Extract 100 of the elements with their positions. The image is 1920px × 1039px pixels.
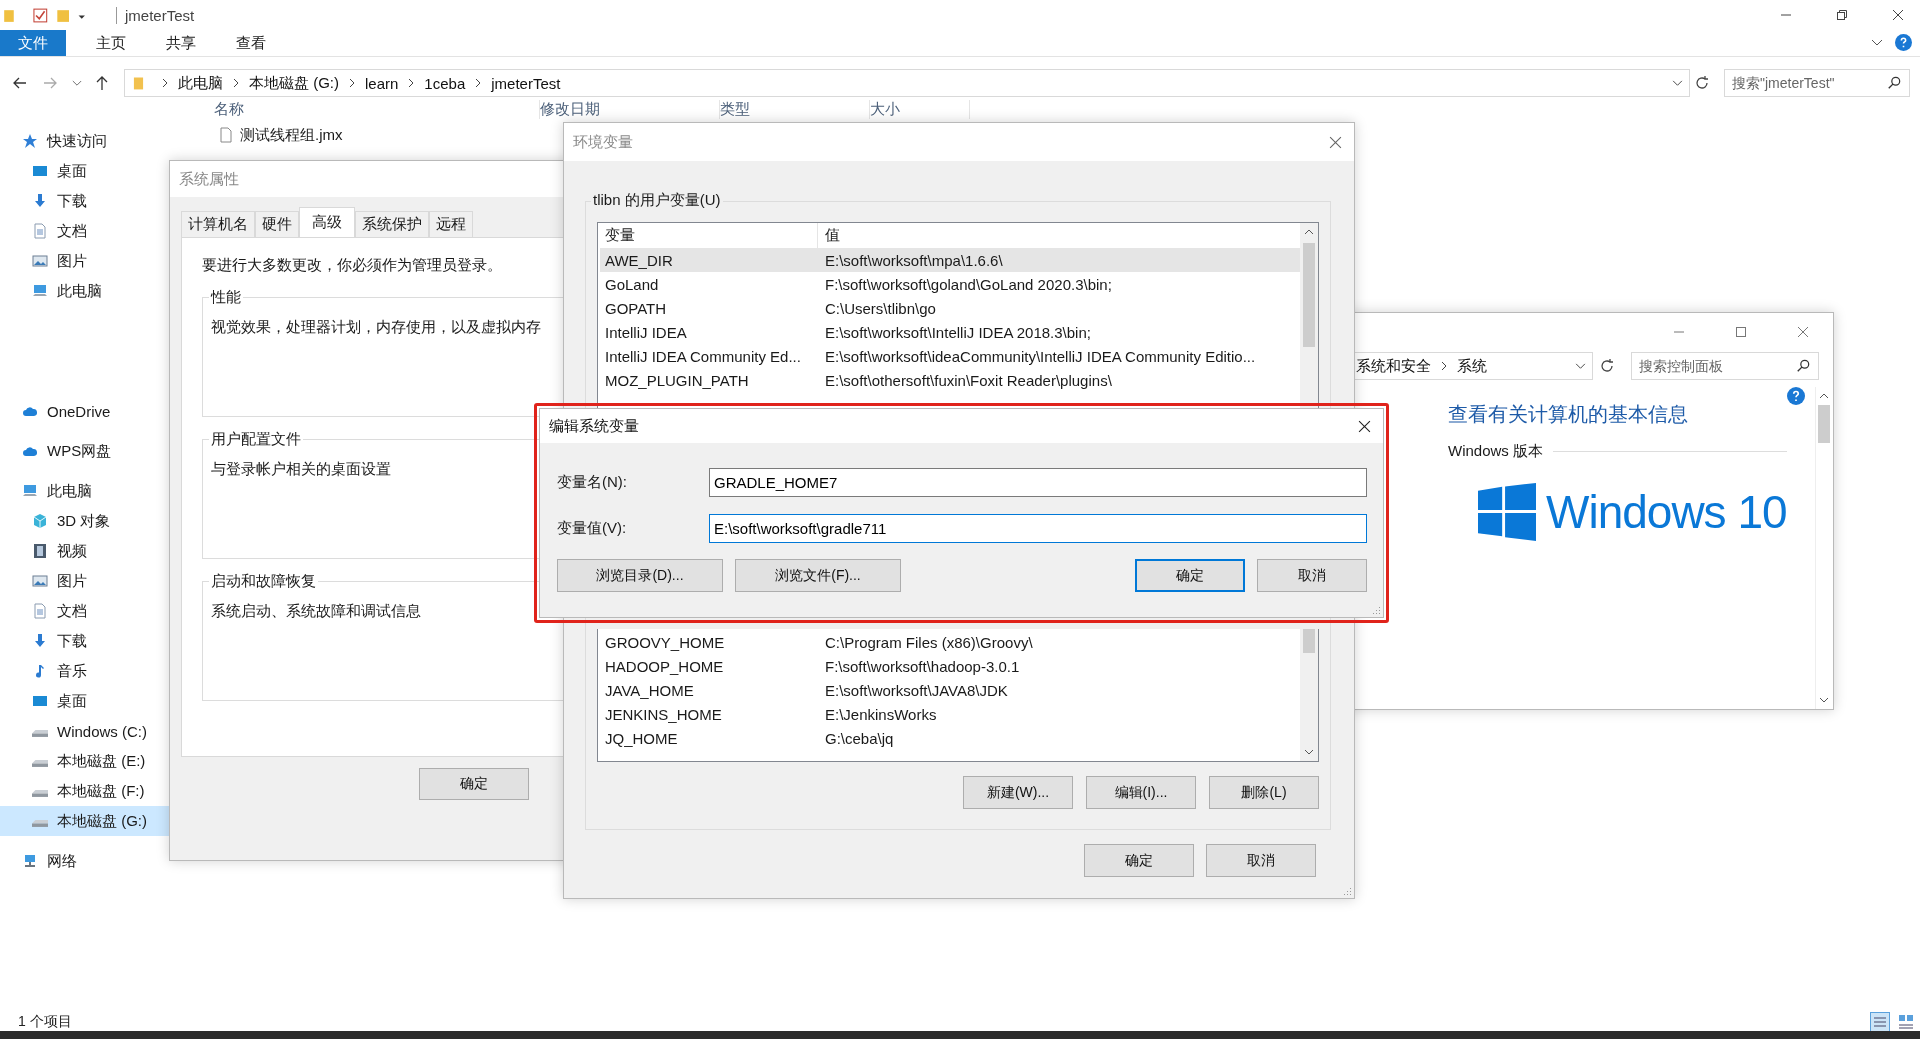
variable-row[interactable]: JENKINS_HOME E:\JenkinsWorks bbox=[600, 702, 1300, 726]
nav-item[interactable]: 音乐 bbox=[0, 656, 169, 686]
nav-item[interactable]: 本地磁盘 (F:) bbox=[0, 776, 169, 806]
input-field[interactable]: E:\soft\worksoft\gradle711 bbox=[709, 513, 1367, 543]
variable-row[interactable]: IntelliJ IDEA E:\soft\worksoft\IntelliJ IDEA 2018.3\bin; bbox=[600, 320, 1300, 344]
nav-item[interactable]: 网络 bbox=[0, 846, 169, 876]
list-action-button[interactable]: 删除(L) bbox=[1209, 776, 1319, 809]
nav-item[interactable]: 本地磁盘 (E:) bbox=[0, 746, 169, 776]
variable-row[interactable]: AWE_DIR E:\soft\worksoft\mpa\1.6.6\ bbox=[600, 248, 1300, 272]
breadcrumb-item[interactable]: learn bbox=[365, 74, 399, 92]
scrollbar-thumb[interactable] bbox=[1303, 243, 1315, 347]
file-name[interactable]: 测试线程组.jmx bbox=[240, 125, 343, 145]
list-action-button[interactable]: 编辑(I)... bbox=[1086, 776, 1196, 809]
help-icon[interactable] bbox=[1786, 387, 1805, 405]
nav-item[interactable]: 此电脑 bbox=[0, 276, 169, 306]
refresh-icon[interactable] bbox=[1694, 75, 1710, 91]
nav-item[interactable]: 图片 bbox=[0, 566, 169, 596]
help-icon[interactable] bbox=[1895, 34, 1912, 51]
column-header[interactable]: 大小 bbox=[870, 99, 970, 119]
variable-row[interactable]: JAVA_HOME E:\soft\worksoft\JAVA8\JDK bbox=[600, 678, 1300, 702]
chevron-down-icon[interactable] bbox=[1871, 39, 1883, 47]
close-icon[interactable] bbox=[1358, 419, 1371, 433]
nav-item[interactable]: 此电脑 bbox=[0, 476, 169, 506]
search-input[interactable]: 搜索控制面板 bbox=[1632, 353, 1796, 379]
scrollbar-thumb[interactable] bbox=[1818, 405, 1831, 443]
tab[interactable]: 硬件 bbox=[255, 211, 299, 237]
nav-item[interactable]: 本地磁盘 (G:) bbox=[0, 806, 169, 836]
breadcrumb-item[interactable]: 此电脑 bbox=[178, 73, 223, 93]
column-header[interactable]: 值 bbox=[818, 223, 840, 248]
scroll-up-icon[interactable] bbox=[1304, 229, 1314, 235]
variable-row[interactable]: IntelliJ IDEA Community Ed... E:\soft\worksoft\ideaCommunity\IntelliJ IDEA Community Editio... bbox=[600, 344, 1300, 368]
breadcrumb-item[interactable]: jmeterTest bbox=[491, 74, 561, 92]
address-bar[interactable]: 系统和安全 系统 bbox=[1353, 352, 1593, 380]
nav-item[interactable]: 3D 对象 bbox=[0, 506, 169, 536]
dialog-button[interactable]: 确定 bbox=[1135, 559, 1245, 592]
column-header[interactable]: 名称 bbox=[214, 99, 540, 119]
list-action-button[interactable]: 新建(W)... bbox=[963, 776, 1073, 809]
dialog-button[interactable]: 确定 bbox=[1084, 844, 1194, 877]
search-field[interactable]: 搜索"jmeterTest" bbox=[1724, 69, 1910, 97]
nav-item[interactable]: 文档 bbox=[0, 596, 169, 626]
ribbon-tab[interactable]: 共享 bbox=[146, 30, 216, 56]
scroll-down-icon[interactable] bbox=[1819, 697, 1830, 703]
address-bar[interactable]: 此电脑 本地磁盘 (G:) learn 1ceba jmeterTest bbox=[124, 69, 1690, 97]
tab[interactable]: 高级 bbox=[299, 207, 355, 238]
variable-row[interactable]: GROOVY_HOME C:\Program Files (x86)\Groovy\ bbox=[600, 630, 1300, 654]
breadcrumb-item[interactable]: 本地磁盘 (G:) bbox=[249, 73, 339, 93]
browse-button[interactable]: 浏览文件(F)... bbox=[735, 559, 901, 592]
browse-button[interactable]: 浏览目录(D)... bbox=[557, 559, 723, 592]
ok-button[interactable]: 确定 bbox=[419, 768, 529, 800]
variable-row[interactable]: GOPATH C:\Users\tlibn\go bbox=[600, 296, 1300, 320]
search-input[interactable]: 搜索"jmeterTest" bbox=[1725, 70, 1887, 96]
chevron-down-icon[interactable] bbox=[1672, 79, 1683, 87]
column-header[interactable]: 类型 bbox=[720, 99, 870, 119]
nav-item[interactable]: 快速访问 bbox=[0, 126, 169, 156]
scroll-up-icon[interactable] bbox=[1819, 393, 1830, 399]
variable-row[interactable]: GoLand F:\soft\worksoft\goland\GoLand 2020.3\bin; bbox=[600, 272, 1300, 296]
input-field[interactable]: GRADLE_HOME7 bbox=[709, 467, 1367, 497]
variable-row[interactable]: HADOOP_HOME F:\soft\worksoft\hadoop-3.0.1 bbox=[600, 654, 1300, 678]
scrollbar-thumb[interactable] bbox=[1303, 629, 1315, 653]
nav-item[interactable]: 桌面 bbox=[0, 686, 169, 716]
forward-arrow-icon[interactable] bbox=[42, 75, 58, 91]
breadcrumb-item[interactable]: 1ceba bbox=[424, 74, 466, 92]
tab[interactable]: 计算机名 bbox=[181, 211, 255, 237]
nav-item[interactable]: 图片 bbox=[0, 246, 169, 276]
dialog-button[interactable]: 取消 bbox=[1206, 844, 1316, 877]
nav-item[interactable]: OneDrive bbox=[0, 396, 169, 426]
resize-grip-icon[interactable] bbox=[1371, 605, 1381, 615]
maximize-icon[interactable] bbox=[1735, 326, 1747, 338]
nav-item[interactable]: 下载 bbox=[0, 186, 169, 216]
variable-row[interactable]: MOZ_PLUGIN_PATH E:\soft\othersoft\fuxin\Foxit Reader\plugins\ bbox=[600, 368, 1300, 392]
nav-item[interactable]: Windows (C:) bbox=[0, 716, 169, 746]
column-header[interactable]: 修改日期 bbox=[540, 99, 720, 119]
ribbon-tab[interactable]: 文件 bbox=[0, 30, 66, 56]
back-arrow-icon[interactable] bbox=[12, 75, 28, 91]
close-icon[interactable] bbox=[1892, 9, 1904, 21]
scroll-down-icon[interactable] bbox=[1304, 749, 1314, 755]
tab[interactable]: 远程 bbox=[429, 211, 473, 237]
nav-item[interactable]: 视频 bbox=[0, 536, 169, 566]
chevron-down-icon[interactable] bbox=[72, 79, 82, 87]
tiles-view-icon[interactable] bbox=[1896, 1012, 1916, 1032]
breadcrumb-item[interactable]: 系统 bbox=[1457, 356, 1487, 376]
resize-grip-icon[interactable] bbox=[1342, 886, 1352, 896]
nav-item[interactable]: 下载 bbox=[0, 626, 169, 656]
scrollbar[interactable] bbox=[1300, 629, 1318, 761]
refresh-icon[interactable] bbox=[1599, 358, 1615, 374]
up-arrow-icon[interactable] bbox=[94, 75, 110, 91]
scrollbar[interactable] bbox=[1814, 387, 1833, 709]
nav-item[interactable]: 文档 bbox=[0, 216, 169, 246]
nav-item[interactable]: WPS网盘 bbox=[0, 436, 169, 466]
details-view-icon[interactable] bbox=[1870, 1012, 1890, 1032]
chevron-down-icon[interactable] bbox=[1575, 362, 1586, 370]
search-field[interactable]: 搜索控制面板 bbox=[1631, 352, 1819, 380]
tab[interactable]: 系统保护 bbox=[355, 211, 429, 237]
variable-row[interactable]: JQ_HOME G:\ceba\jq bbox=[600, 726, 1300, 750]
nav-item[interactable]: 桌面 bbox=[0, 156, 169, 186]
dialog-button[interactable]: 取消 bbox=[1257, 559, 1367, 592]
restore-icon[interactable] bbox=[1836, 9, 1848, 21]
ribbon-tab[interactable]: 主页 bbox=[76, 30, 146, 56]
ribbon-tab[interactable]: 查看 bbox=[216, 30, 286, 56]
breadcrumb-item[interactable]: 系统和安全 bbox=[1356, 356, 1431, 376]
